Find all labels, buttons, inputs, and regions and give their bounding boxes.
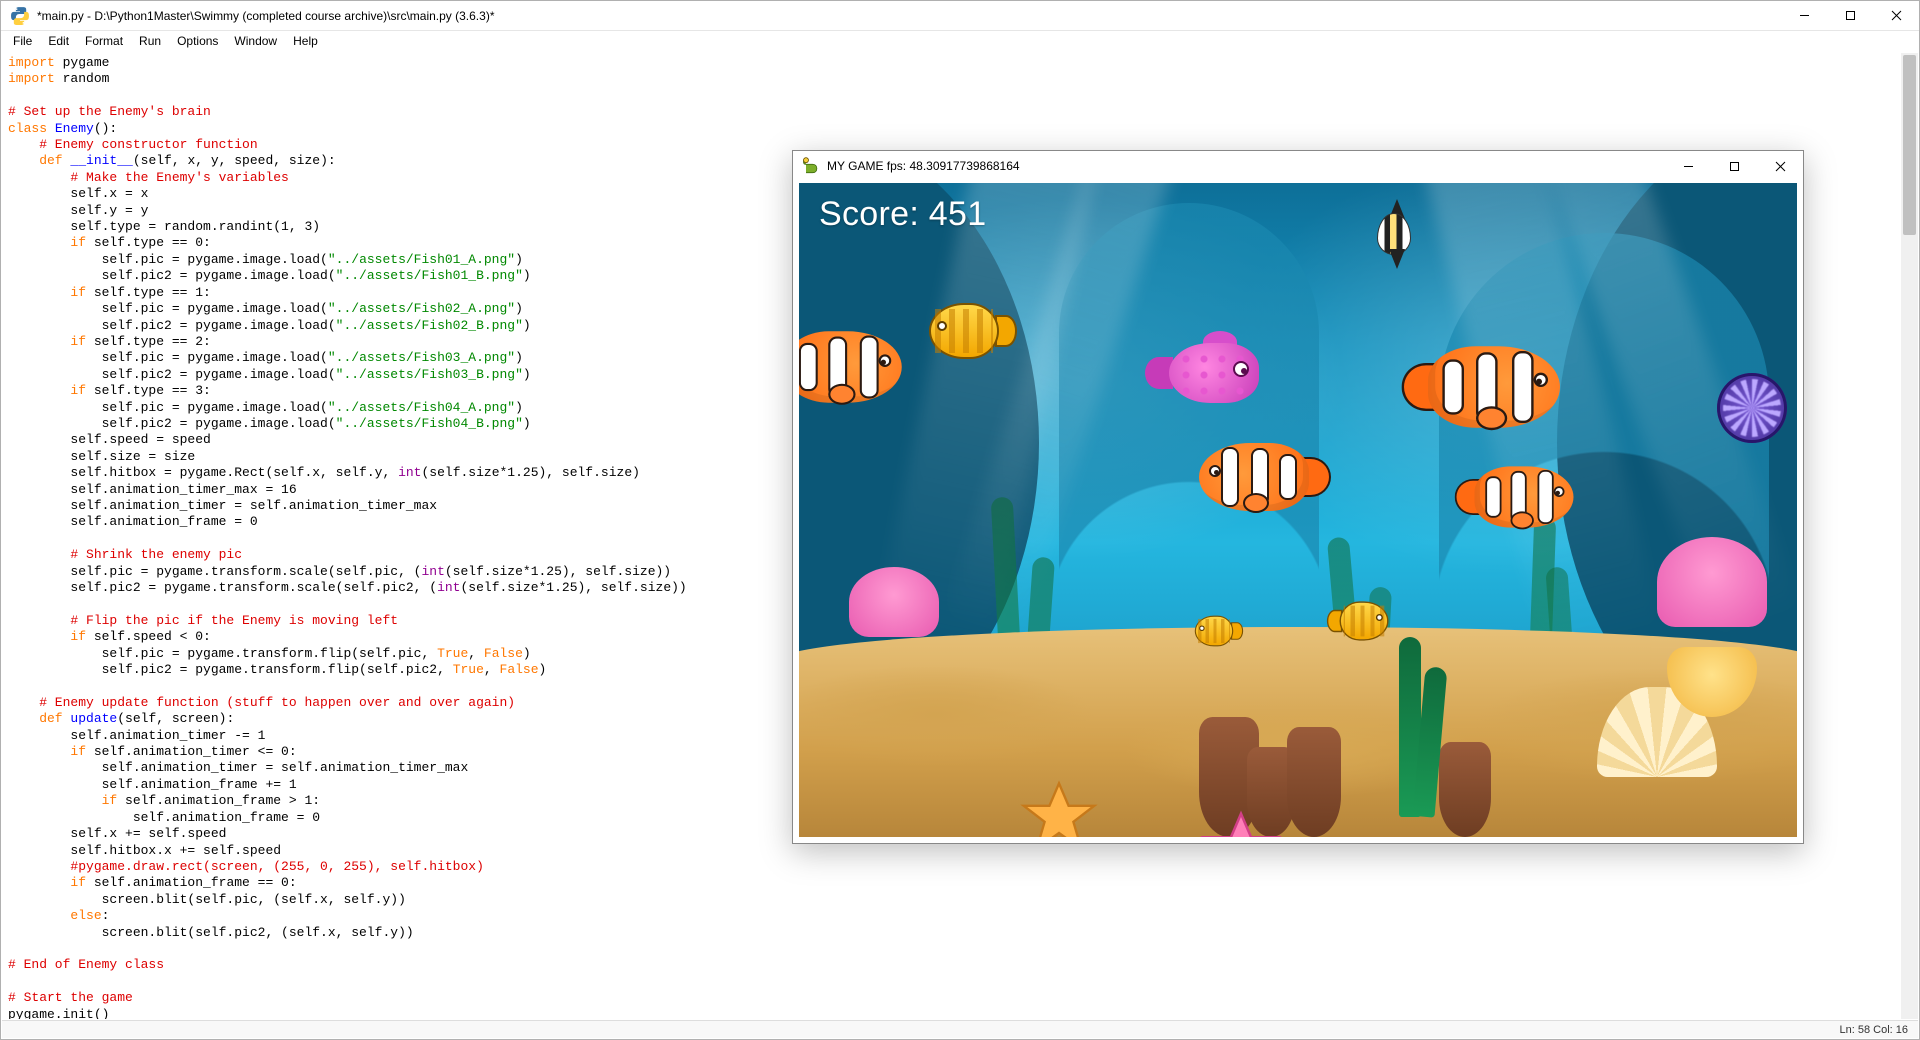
pygame-titlebar[interactable]: MY GAME fps: 48.30917739868164: [793, 151, 1803, 181]
sea-anemone: [1717, 373, 1787, 443]
game-minimize-button[interactable]: [1665, 151, 1711, 181]
close-button[interactable]: [1873, 1, 1919, 30]
menu-run[interactable]: Run: [132, 33, 168, 51]
menu-help[interactable]: Help: [286, 33, 325, 51]
pygame-snake-icon: [801, 156, 821, 176]
menu-edit[interactable]: Edit: [41, 33, 76, 51]
enemy-fish-clown: [1428, 346, 1560, 428]
idle-window-controls: [1781, 1, 1919, 30]
idle-statusbar: Ln: 58 Col: 16: [2, 1020, 1918, 1038]
menu-options[interactable]: Options: [170, 33, 225, 51]
player-fish: [1169, 343, 1259, 403]
idle-title-text: *main.py - D:\Python1Master\Swimmy (comp…: [37, 9, 1781, 23]
enemy-fish-yellow: [1195, 616, 1234, 647]
idle-menubar: File Edit Format Run Options Window Help: [1, 31, 1919, 51]
pygame-title-text: MY GAME fps: 48.30917739868164: [827, 159, 1665, 173]
minimize-button[interactable]: [1781, 1, 1827, 30]
editor-scrollbar[interactable]: [1901, 53, 1918, 1019]
game-maximize-button[interactable]: [1711, 151, 1757, 181]
enemy-fish-angel: [1369, 203, 1419, 265]
game-canvas[interactable]: Score: 451: [799, 183, 1797, 837]
maximize-button[interactable]: [1827, 1, 1873, 30]
menu-file[interactable]: File: [6, 33, 39, 51]
enemy-fish-clown: [799, 331, 902, 402]
menu-format[interactable]: Format: [78, 33, 130, 51]
score-display: Score: 451: [819, 195, 986, 234]
idle-titlebar[interactable]: *main.py - D:\Python1Master\Swimmy (comp…: [1, 1, 1919, 31]
enemy-fish-yellow: [1340, 601, 1389, 640]
enemy-fish-clown: [1475, 466, 1574, 527]
game-close-button[interactable]: [1757, 151, 1803, 181]
menu-window[interactable]: Window: [227, 33, 284, 51]
pygame-window[interactable]: MY GAME fps: 48.30917739868164: [792, 150, 1804, 844]
python-idle-icon: [9, 5, 31, 27]
coral-pink: [1657, 537, 1767, 627]
cursor-position: Ln: 58 Col: 16: [1840, 1024, 1909, 1036]
coral-pink: [849, 567, 939, 637]
enemy-fish-clown: [1199, 443, 1309, 511]
scrollbar-thumb[interactable]: [1903, 55, 1916, 235]
enemy-fish-yellow: [929, 303, 999, 359]
